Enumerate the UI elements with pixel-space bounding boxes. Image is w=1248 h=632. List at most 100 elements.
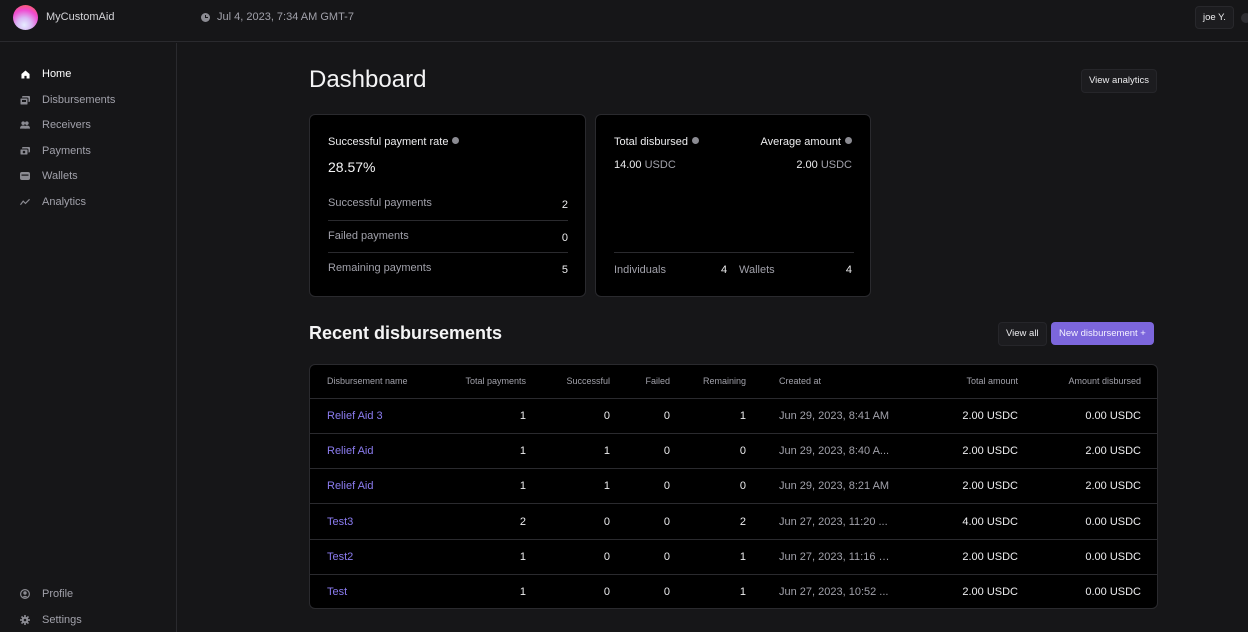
average-amount-title-text: Average amount	[760, 136, 841, 148]
table-header-row: Disbursement name Total payments Success…	[310, 365, 1157, 399]
disbursement-name-link[interactable]: Relief Aid	[327, 445, 373, 457]
home-icon	[20, 69, 30, 79]
sidebar-item-label: Disbursements	[42, 94, 116, 106]
cell-remaining: 1	[670, 398, 746, 434]
currency-unit: USDC	[644, 159, 676, 171]
status-indicator	[1241, 13, 1248, 23]
disbursement-name-link[interactable]: Test3	[327, 516, 353, 528]
cell-amount-disbursed: 0.00 USDC	[1018, 503, 1157, 540]
cell-failed: 0	[610, 503, 670, 540]
disbursement-name-link[interactable]: Test2	[327, 551, 353, 563]
cell-total-payments: 1	[440, 539, 526, 575]
column-header-remaining[interactable]: Remaining	[670, 365, 746, 399]
payments-icon	[20, 146, 30, 156]
app-logo[interactable]	[13, 5, 38, 30]
sidebar-item-analytics[interactable]: Analytics	[0, 191, 176, 213]
top-header: MyCustomAid Jul 4, 2023, 7:34 AM GMT-7 j…	[0, 0, 1248, 42]
column-header-created-at[interactable]: Created at	[746, 365, 891, 399]
page-title: Dashboard	[309, 66, 427, 93]
individuals-label: Individuals	[614, 264, 666, 276]
currency-unit: USDC	[820, 159, 852, 171]
stat-label: Remaining payments	[328, 262, 432, 274]
cell-successful: 0	[526, 539, 610, 575]
cell-amount-disbursed: 0.00 USDC	[1018, 539, 1157, 575]
cell-successful: 1	[526, 433, 610, 470]
info-icon[interactable]	[845, 137, 852, 144]
table-row[interactable]: Relief Aid 1 1 0 0 Jun 29, 2023, 8:40 A.…	[310, 433, 1157, 470]
cell-total-amount: 2.00 USDC	[891, 468, 1018, 505]
sidebar-item-home[interactable]: Home	[0, 63, 176, 85]
cell-created-at: Jun 27, 2023, 10:52 ...	[779, 586, 889, 599]
total-disbursed-title-text: Total disbursed	[614, 136, 688, 148]
sidebar-item-receivers[interactable]: Receivers	[0, 114, 176, 136]
current-datetime: Jul 4, 2023, 7:34 AM GMT-7	[217, 11, 354, 23]
cell-created-at: Jun 27, 2023, 11:20 ...	[746, 503, 891, 540]
disbursement-name-link[interactable]: Test	[327, 586, 347, 598]
disbursement-name-link[interactable]: Relief Aid	[327, 480, 373, 492]
sidebar-item-disbursements[interactable]: Disbursements	[0, 89, 176, 111]
sidebar-item-label: Payments	[42, 145, 91, 157]
disbursement-name-link[interactable]: Relief Aid 3	[327, 410, 383, 422]
table-row[interactable]: Test3 2 0 0 2 Jun 27, 2023, 11:20 ... 4.…	[310, 503, 1157, 540]
column-header-successful[interactable]: Successful	[526, 365, 610, 399]
average-amount-title: Average amount	[760, 136, 852, 148]
stat-value: 0	[561, 232, 568, 244]
cell-total-amount: 2.00 USDC	[891, 433, 1018, 470]
cell-successful: 0	[526, 503, 610, 540]
view-analytics-button[interactable]: View analytics	[1081, 69, 1158, 93]
cell-total-payments: 1	[440, 398, 526, 434]
cell-total-payments: 2	[440, 503, 526, 540]
info-icon[interactable]	[452, 137, 460, 144]
cell-created-at: Jun 29, 2023, 8:41 AM	[746, 398, 891, 434]
disbursements-table: Disbursement name Total payments Success…	[309, 364, 1158, 609]
stat-label: Failed payments	[328, 230, 409, 242]
table-row[interactable]: Relief Aid 1 1 0 0 Jun 29, 2023, 8:21 AM…	[310, 468, 1157, 505]
sidebar: Home Disbursements Receivers Payments Wa…	[0, 43, 177, 632]
new-disbursement-button[interactable]: New disbursement +	[1051, 322, 1154, 345]
table-row[interactable]: Test 1 0 0 1 Jun 27, 2023, 10:52 ... 2.0…	[310, 574, 1157, 608]
total-disbursed-value: 14.00	[614, 159, 642, 171]
table-row[interactable]: Test2 1 0 0 1 Jun 27, 2023, 11:16 PM 2.0…	[310, 539, 1157, 575]
cell-total-amount: 2.00 USDC	[891, 539, 1018, 575]
view-all-button[interactable]: View all	[998, 322, 1047, 346]
cell-amount-disbursed: 0.00 USDC	[1018, 398, 1157, 434]
users-icon	[20, 120, 30, 130]
cell-failed: 0	[663, 586, 670, 599]
sidebar-item-label: Profile	[42, 588, 74, 600]
user-menu-button[interactable]: joe Y.	[1195, 6, 1234, 29]
payment-rate-value: 28.57%	[328, 159, 376, 175]
cell-amount-disbursed: 2.00 USDC	[1018, 433, 1157, 470]
cell-failed: 0	[610, 468, 670, 505]
average-amount-value: 2.00	[796, 159, 818, 171]
individuals-value: 4	[721, 264, 728, 276]
stat-row-successful: Successful payments 2	[328, 188, 568, 220]
cell-remaining: 0	[670, 468, 746, 505]
column-header-total-amount[interactable]: Total amount	[891, 365, 1018, 399]
column-header-failed[interactable]: Failed	[610, 365, 670, 399]
stat-value: 5	[561, 264, 568, 276]
app-name[interactable]: MyCustomAid	[46, 11, 114, 23]
column-header-name[interactable]: Disbursement name	[310, 365, 440, 399]
cell-remaining: 0	[670, 433, 746, 470]
payment-rate-card: Successful payment rate 28.57% Successfu…	[309, 114, 586, 297]
cell-total-amount: 2.00 USDC	[962, 586, 1018, 599]
cell-successful: 0	[526, 398, 610, 434]
cell-created-at: Jun 29, 2023, 8:40 A...	[746, 433, 891, 470]
stat-value: 2	[561, 199, 568, 211]
sidebar-item-label: Analytics	[42, 196, 87, 208]
total-disbursed-title: Total disbursed	[614, 136, 699, 148]
profile-icon	[20, 589, 30, 599]
cell-total-payments: 1	[440, 433, 526, 470]
sidebar-item-settings[interactable]: Settings	[0, 609, 176, 631]
sidebar-item-profile[interactable]: Profile	[0, 583, 176, 605]
column-header-total-payments[interactable]: Total payments	[440, 365, 526, 399]
info-icon[interactable]	[692, 137, 699, 144]
table-row[interactable]: Relief Aid 3 1 0 0 1 Jun 29, 2023, 8:41 …	[310, 398, 1157, 434]
column-header-amount-disbursed[interactable]: Amount disbursed	[1018, 365, 1157, 399]
sidebar-item-payments[interactable]: Payments	[0, 140, 176, 162]
sidebar-item-wallets[interactable]: Wallets	[0, 165, 176, 187]
wallets-label: Wallets	[739, 264, 775, 276]
cell-remaining: 1	[670, 539, 746, 575]
cell-successful: 1	[526, 468, 610, 505]
cell-failed: 0	[610, 539, 670, 575]
